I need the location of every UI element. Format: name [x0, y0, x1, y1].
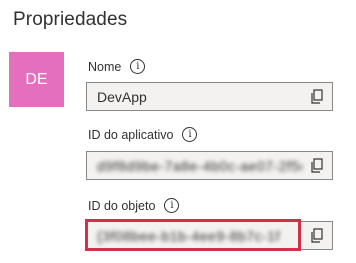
info-icon[interactable]: i	[182, 127, 198, 142]
object-id-label-row: ID do objeto i	[88, 198, 180, 213]
highlight-box	[85, 219, 301, 251]
copy-icon[interactable]	[302, 222, 332, 249]
copy-icon[interactable]	[302, 152, 332, 179]
name-value: DevApp	[97, 88, 147, 105]
info-icon[interactable]: i	[164, 198, 180, 213]
name-field[interactable]: DevApp	[86, 82, 333, 111]
copy-icon[interactable]	[302, 83, 332, 110]
avatar: DE	[9, 52, 64, 107]
info-icon[interactable]: i	[130, 59, 146, 74]
app-id-value: d9f8d9be-7a8e-4b0c-ae07-2f5c	[97, 157, 302, 174]
app-id-label: ID do aplicativo	[88, 127, 174, 142]
name-label-row: Nome i	[88, 59, 146, 74]
object-id-label: ID do objeto	[88, 198, 156, 213]
app-id-label-row: ID do aplicativo i	[88, 127, 198, 142]
name-label: Nome	[88, 59, 122, 74]
page-title: Propriedades	[13, 9, 128, 30]
app-id-field[interactable]: d9f8d9be-7a8e-4b0c-ae07-2f5c	[86, 151, 333, 180]
